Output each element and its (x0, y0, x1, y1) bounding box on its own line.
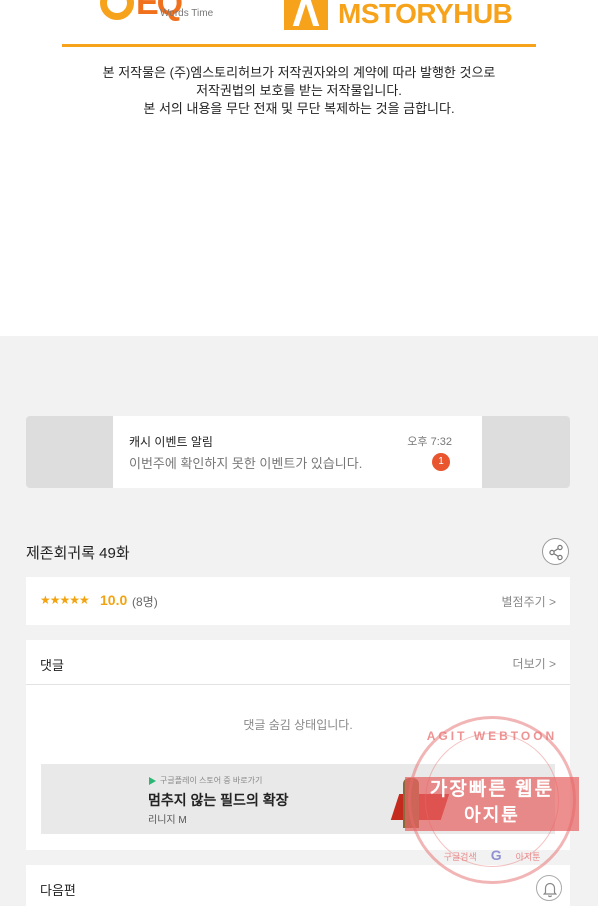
watermark-line2: 아지툰 (464, 805, 520, 825)
episode-title: 제존회귀록 49화 (26, 545, 130, 562)
copyright-page: EQ Words Time MSTORYHUB 본 저작물은 (주)엠스토리허브… (0, 0, 598, 336)
comments-header: 댓글 더보기 > (26, 640, 570, 685)
watermark-ring-text: AGIT WEBTOON (426, 729, 558, 743)
notification-time: 오후 7:32 (407, 436, 452, 448)
mstoryhub-logo: MSTORYHUB (284, 0, 513, 30)
watermark-band: 가장빠른 웹툰 아지툰 (405, 777, 579, 831)
watermark-bottom-right: 아지툰 (515, 852, 541, 862)
comments-more-link[interactable]: 더보기 > (513, 655, 556, 672)
comments-label: 댓글 (40, 658, 64, 673)
notification-message: 이번주에 확인하지 못한 이벤트가 있습니다. (129, 456, 363, 471)
ad-store-link[interactable]: 구글플레이 스토어 중 바로가기 (149, 775, 262, 786)
watermark-line1: 가장빠른 웹툰 (429, 779, 555, 800)
notification-badge: 1 (432, 453, 450, 471)
watermark-bottom: 구글검색 G 아지툰 (411, 847, 573, 863)
ad-title: 멈추지 않는 필드의 확장 (148, 792, 289, 808)
google-g-icon: G (490, 847, 502, 863)
copyright-line: 본 저작물은 (주)엠스토리허브가 저작권자와의 계약에 따라 발행한 것으로 (102, 65, 496, 80)
ad-subtitle: 리니지 M (148, 815, 187, 826)
divider (62, 44, 536, 47)
notify-button[interactable] (536, 875, 562, 901)
copyright-line: 저작권법의 보호를 받는 저작물입니다. (196, 83, 402, 98)
rating-count: (8명) (132, 595, 158, 609)
share-button[interactable] (542, 538, 569, 565)
eq-logo: EQ Words Time (100, 0, 240, 36)
orange-slice-icon (100, 0, 134, 20)
copyright-line: 본 서의 내용을 무단 전재 및 무단 복제하는 것을 금합니다. (143, 101, 455, 116)
next-episode-label: 다음편 (40, 883, 76, 898)
ad-store-label: 구글플레이 스토어 중 바로가기 (160, 776, 263, 785)
event-notification[interactable]: 캐시 이벤트 알림 이번주에 확인하지 못한 이벤트가 있습니다. 오후 7:3… (26, 416, 570, 488)
mstoryhub-mark-icon (284, 0, 328, 30)
rate-button[interactable]: 별점주기 > (501, 593, 556, 610)
eq-logo-sub: Words Time (160, 8, 214, 19)
copyright-notice: 본 저작물은 (주)엠스토리허브가 저작권자와의 계약에 따라 발행한 것으로 … (0, 64, 598, 118)
rating-score: 10.0 (100, 592, 128, 608)
share-icon (549, 544, 563, 561)
notification-title: 캐시 이벤트 알림 (129, 435, 213, 449)
mstoryhub-logo-text: MSTORYHUB (338, 0, 513, 29)
bell-icon (542, 882, 558, 898)
watermark-stamp: AGIT WEBTOON 가장빠른 웹툰 아지툰 구글검색 G 아지툰 (405, 716, 579, 884)
play-store-icon (149, 776, 156, 785)
star-rating-icon: ★★★★★ (40, 593, 90, 607)
rating-bar: ★★★★★ 10.0 (8명) 별점주기 > (26, 577, 570, 625)
watermark-bottom-left: 구글검색 (443, 852, 477, 862)
notification-card[interactable]: 캐시 이벤트 알림 이번주에 확인하지 못한 이벤트가 있습니다. 오후 7:3… (113, 416, 482, 488)
